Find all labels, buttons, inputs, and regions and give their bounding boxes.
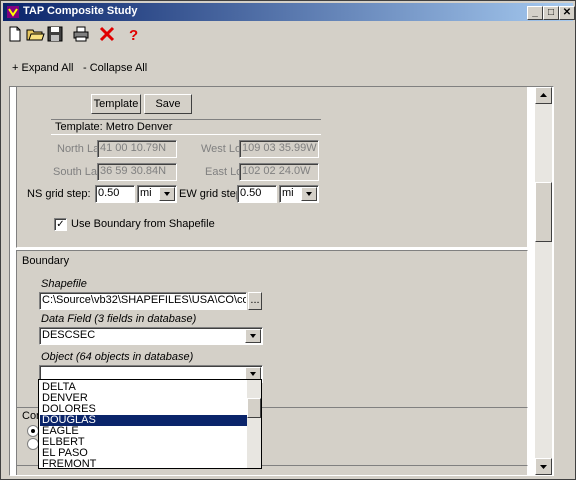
- chevron-down-icon[interactable]: [301, 187, 317, 201]
- ew-grid-unit-select[interactable]: mi: [279, 185, 319, 203]
- ew-grid-unit-value: mi: [282, 187, 294, 199]
- object-label: Object (64 objects in database): [41, 351, 194, 363]
- scroll-up-button[interactable]: [535, 87, 552, 104]
- template-button[interactable]: Template: [91, 94, 141, 114]
- new-file-icon[interactable]: [5, 24, 25, 44]
- scroll-down-button[interactable]: [535, 458, 552, 475]
- ns-grid-field[interactable]: 0.50: [95, 185, 135, 203]
- template-name-label: Template: Metro Denver: [55, 121, 173, 133]
- south-lat-label: South Lat: [53, 166, 101, 178]
- browse-button[interactable]: ...: [248, 292, 262, 310]
- data-field-select[interactable]: DESCSEC: [39, 327, 263, 345]
- app-window: TAP Composite Study _ □ ✕ ? + Expand All…: [0, 0, 576, 480]
- toolbar: ?: [3, 22, 573, 46]
- object-dropdown-list[interactable]: DELTA DENVER DOLORES DOUGLAS EAGLE ELBER…: [38, 379, 262, 470]
- shapefile-path-field[interactable]: C:\Source\vb32\SHAPEFILES\USA\CO\co_co: [39, 292, 247, 310]
- ew-grid-field[interactable]: 0.50: [237, 185, 277, 203]
- open-folder-icon[interactable]: [25, 24, 45, 44]
- south-lat-field[interactable]: 36 59 30.84N: [97, 163, 177, 181]
- dropdown-scroll-thumb[interactable]: [247, 398, 261, 418]
- boundary-header: Boundary: [22, 255, 70, 267]
- shapefile-label: Shapefile: [41, 278, 87, 290]
- expand-all-link[interactable]: + Expand All: [12, 62, 73, 74]
- ns-grid-unit-value: mi: [140, 187, 152, 199]
- use-boundary-checkbox[interactable]: ✓: [54, 218, 67, 231]
- title-bar: TAP Composite Study _ □ ✕: [3, 3, 575, 21]
- delete-icon[interactable]: [97, 24, 117, 44]
- west-lon-field[interactable]: 109 03 35.99W: [239, 140, 319, 158]
- app-icon: [6, 5, 20, 19]
- data-field-value: DESCSEC: [42, 329, 96, 341]
- vertical-scrollbar[interactable]: [535, 87, 552, 475]
- print-icon[interactable]: [71, 24, 91, 44]
- template-bar: Template: Metro Denver: [51, 119, 321, 135]
- dropdown-scrollbar[interactable]: [247, 380, 261, 468]
- collapse-all-link[interactable]: - Collapse All: [83, 62, 147, 74]
- chevron-down-icon[interactable]: [159, 187, 175, 201]
- maximize-button[interactable]: □: [543, 6, 559, 20]
- ns-grid-label: NS grid step:: [27, 188, 91, 200]
- use-boundary-label: Use Boundary from Shapefile: [71, 218, 215, 230]
- minimize-button[interactable]: _: [527, 6, 543, 20]
- svg-text:?: ?: [129, 27, 138, 44]
- ew-grid-label: EW grid step:: [179, 188, 246, 200]
- list-item[interactable]: FREMONT: [40, 459, 248, 470]
- window-title: TAP Composite Study: [23, 5, 138, 17]
- north-lat-label: North Lat: [57, 143, 103, 155]
- chevron-down-icon[interactable]: [245, 329, 261, 343]
- save-button[interactable]: Save: [144, 94, 192, 114]
- east-lon-field[interactable]: 102 02 24.0W: [239, 163, 319, 181]
- ns-grid-unit-select[interactable]: mi: [137, 185, 177, 203]
- north-lat-field[interactable]: 41 00 10.79N: [97, 140, 177, 158]
- help-icon[interactable]: ?: [123, 24, 143, 44]
- save-disk-icon[interactable]: [45, 24, 65, 44]
- close-button[interactable]: ✕: [559, 6, 575, 20]
- data-field-label: Data Field (3 fields in database): [41, 313, 197, 325]
- scroll-thumb[interactable]: [535, 182, 552, 242]
- region-section: Template Save Template: Metro Denver Nor…: [16, 87, 528, 248]
